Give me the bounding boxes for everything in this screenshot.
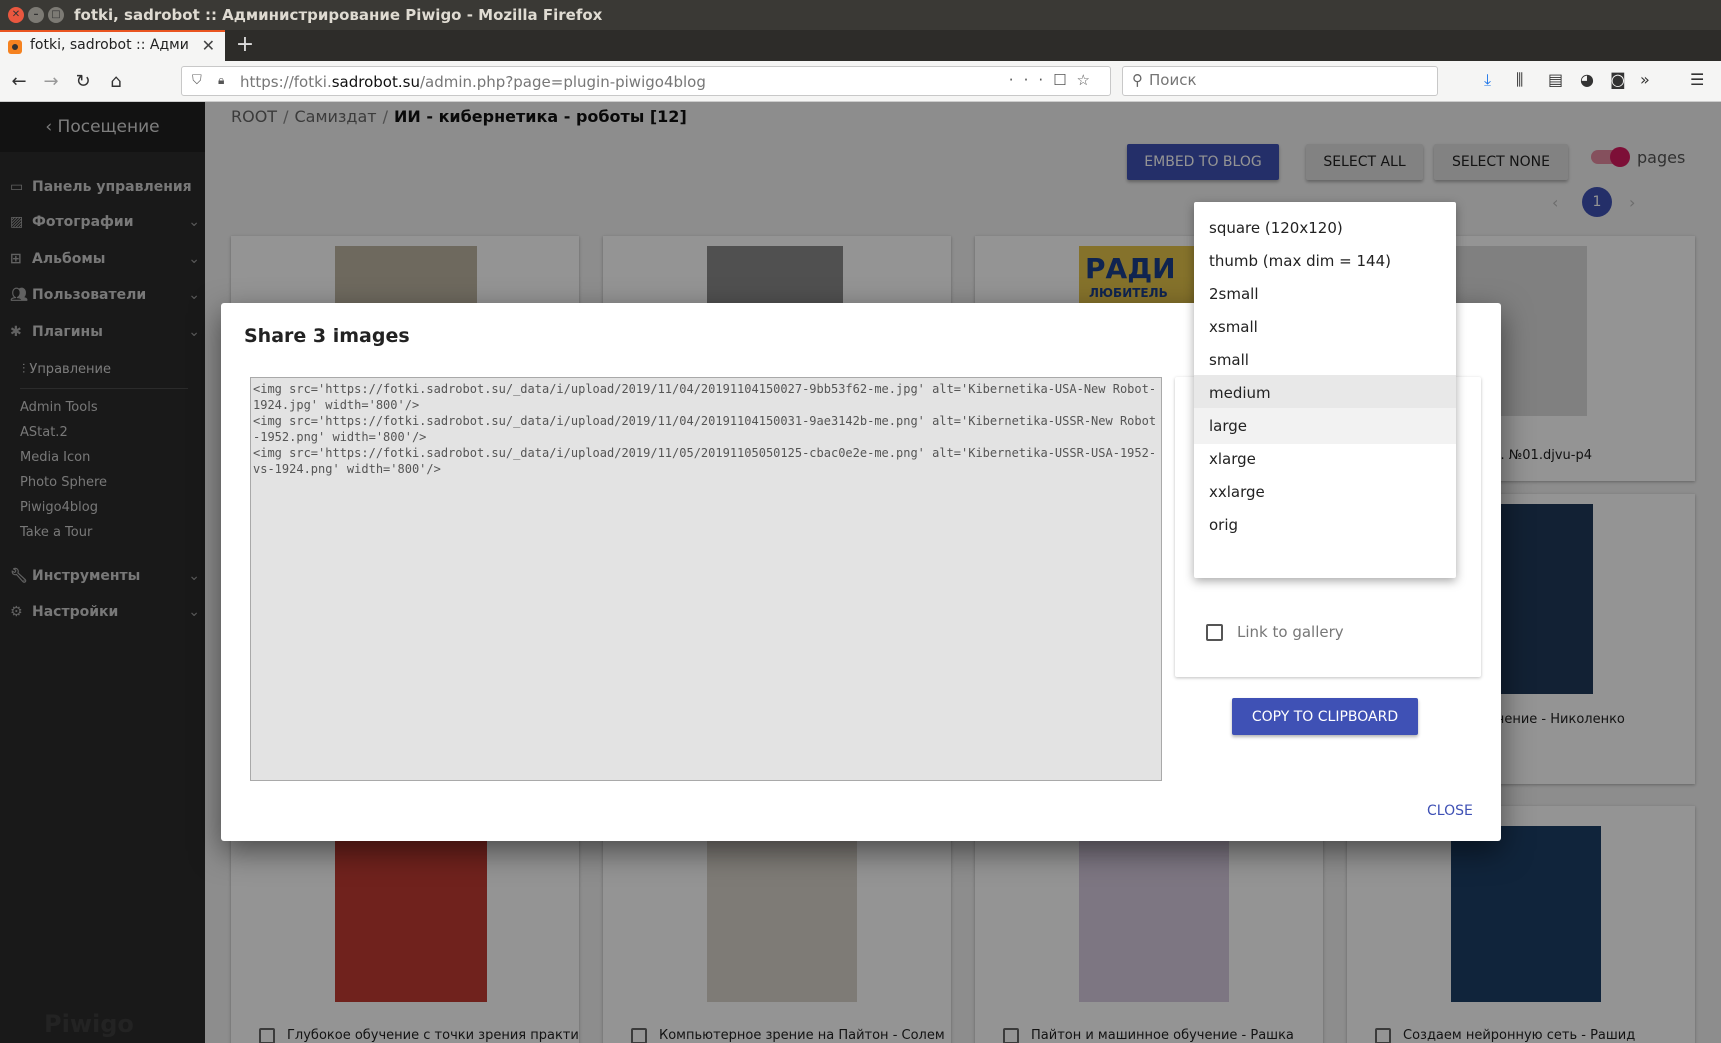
size-option-medium[interactable]: medium	[1194, 375, 1456, 411]
search-bar[interactable]: ⚲	[1122, 66, 1438, 96]
size-option-xxlarge[interactable]: xxlarge	[1194, 474, 1456, 510]
size-option-orig[interactable]: orig	[1194, 507, 1456, 543]
tab-close-icon[interactable]: ✕	[202, 36, 215, 55]
page: ‹ Посещение ▭ Панель управления ▨ Фотограф…	[0, 102, 1721, 1043]
forward-button[interactable]: →	[38, 69, 64, 95]
size-option-xsmall[interactable]: xsmall	[1194, 309, 1456, 345]
size-option-large[interactable]: large	[1194, 408, 1456, 444]
size-option-square[interactable]: square (120x120)	[1194, 210, 1456, 246]
size-option-xlarge[interactable]: xlarge	[1194, 441, 1456, 477]
overflow-menu-icon[interactable]: »	[1640, 70, 1650, 89]
new-tab-button[interactable]: +	[230, 30, 260, 61]
piwigo-favicon-icon	[8, 40, 22, 54]
window-minimize-button[interactable]: –	[28, 7, 44, 23]
close-dialog-button[interactable]: CLOSE	[1427, 803, 1473, 819]
search-icon: ⚲	[1132, 71, 1143, 89]
tab-label: fotki, sadrobot :: Админ	[30, 37, 190, 53]
link-to-gallery-label: Link to gallery	[1237, 623, 1344, 641]
window-maximize-button[interactable]: □	[48, 7, 64, 23]
browser-tab[interactable]: fotki, sadrobot :: Админ ✕	[0, 30, 225, 61]
embed-code-textarea[interactable]: <img src='https://fotki.sadrobot.su/_dat…	[250, 377, 1162, 781]
back-button[interactable]: ←	[6, 69, 32, 95]
link-to-gallery-checkbox[interactable]	[1206, 624, 1223, 641]
size-option-2small[interactable]: 2small	[1194, 276, 1456, 312]
navigation-toolbar: ← → ↻ ⌂ ⛉ 🔒︎ https://fotki.sadrobot.su/a…	[0, 61, 1721, 102]
size-option-small[interactable]: small	[1194, 342, 1456, 378]
home-button[interactable]: ⌂	[103, 69, 129, 95]
page-actions[interactable]: ···☐☆	[1009, 71, 1100, 89]
dialog-title: Share 3 images	[244, 325, 410, 347]
lock-icon[interactable]: 🔒︎	[218, 73, 224, 88]
search-input[interactable]	[1149, 71, 1429, 89]
window-close-button[interactable]: ✕	[8, 7, 24, 23]
window-titlebar: ✕ – □ fotki, sadrobot :: Администрирован…	[0, 0, 1721, 30]
extension2-icon[interactable]: ◙	[1610, 70, 1626, 89]
url-bar[interactable]: ⛉ 🔒︎ https://fotki.sadrobot.su/admin.php…	[181, 66, 1111, 96]
tracking-protection-icon[interactable]: ⛉	[192, 73, 202, 88]
hamburger-menu-icon[interactable]: ☰	[1690, 70, 1704, 89]
url-text[interactable]: https://fotki.sadrobot.su/admin.php?page…	[240, 73, 706, 91]
size-option-thumb[interactable]: thumb (max dim = 144)	[1194, 243, 1456, 279]
extension-icon[interactable]: ◕	[1580, 70, 1594, 89]
tab-bar: fotki, sadrobot :: Админ ✕ +	[0, 30, 1721, 61]
sidebar-toggle-icon[interactable]: ▤	[1548, 70, 1563, 89]
window-title: fotki, sadrobot :: Администрирование Piw…	[74, 6, 603, 24]
downloads-icon[interactable]: ⤓	[1484, 70, 1491, 90]
image-size-dropdown: square (120x120) thumb (max dim = 144) 2…	[1194, 202, 1456, 578]
copy-to-clipboard-button[interactable]: COPY TO CLIPBOARD	[1232, 698, 1418, 735]
library-icon[interactable]: ⫼	[1516, 70, 1523, 90]
reload-button[interactable]: ↻	[70, 69, 96, 95]
